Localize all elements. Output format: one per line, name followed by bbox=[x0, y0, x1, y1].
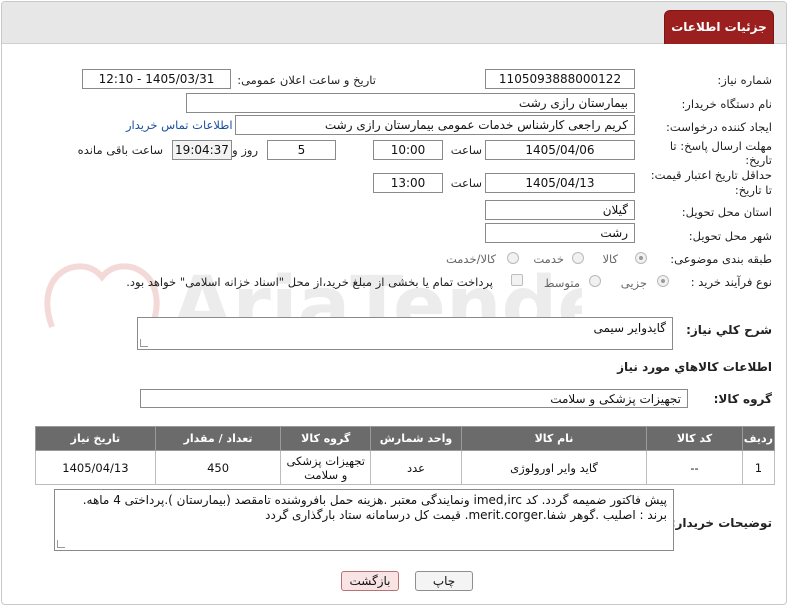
table-row: 1 -- گاید وایر اورولوژی عدد تجهیزات پزشک… bbox=[35, 450, 776, 485]
purchase-type-label: نوع فرآیند خرید : bbox=[690, 275, 772, 289]
announce-datetime-label: تاریخ و ساعت اعلان عمومی: bbox=[237, 73, 376, 87]
cell-date: 1405/04/13 bbox=[35, 450, 156, 485]
items-table-header: رديف كد كالا نام كالا واحد شمارش گروه كا… bbox=[35, 426, 776, 451]
page-frame: جزئیات اطلاعات نیاز AriaTender.net شماره… bbox=[1, 1, 787, 605]
cell-row: 1 bbox=[741, 450, 776, 485]
response-date-field: 1405/04/06 bbox=[485, 140, 635, 160]
response-time-field: 10:00 bbox=[373, 140, 443, 160]
goods-info-title: اطلاعات كالاهاي مورد نياز bbox=[617, 360, 772, 374]
col-unit: واحد شمارش bbox=[370, 426, 462, 451]
province-field: گیلان bbox=[485, 200, 635, 220]
treasury-payment-note: پرداخت تمام یا بخشی از مبلغ خرید،از محل … bbox=[126, 275, 493, 289]
col-date: تاريخ نياز bbox=[35, 426, 156, 451]
price-validity-time-field: 13:00 bbox=[373, 173, 443, 193]
purchase-type-radio-medium[interactable] bbox=[589, 275, 601, 287]
category-option-goods: کالا bbox=[602, 252, 618, 266]
col-name: نام كالا bbox=[460, 426, 648, 451]
purchase-type-radio-minor[interactable] bbox=[657, 275, 669, 287]
back-button[interactable]: بازگشت bbox=[341, 571, 399, 591]
price-validity-label-2: تا تاریخ: bbox=[734, 183, 772, 197]
items-table: رديف كد كالا نام كالا واحد شمارش گروه كا… bbox=[35, 426, 776, 485]
cell-unit: عدد bbox=[370, 450, 462, 485]
need-description-text: گایدوایر سیمی bbox=[593, 321, 666, 335]
days-remaining-field: 5 bbox=[267, 140, 336, 160]
price-validity-time-label: ساعت bbox=[450, 176, 482, 190]
requester-label: ایجاد کننده درخواست: bbox=[666, 120, 772, 134]
purchase-type-option-minor: جزیی bbox=[620, 276, 647, 290]
remaining-time-field: 19:04:37 bbox=[172, 140, 232, 160]
category-radio-goods[interactable] bbox=[635, 252, 647, 264]
buyer-notes-field: پیش فاکتور ضمیمه گردد. کد imed,irc ونمای… bbox=[54, 489, 674, 551]
category-radio-service[interactable] bbox=[572, 252, 584, 264]
city-field: رشت bbox=[485, 223, 635, 243]
page-title: جزئیات اطلاعات نیاز bbox=[664, 10, 774, 66]
category-radio-goods-service[interactable] bbox=[507, 252, 519, 264]
col-row: رديف bbox=[741, 426, 776, 451]
buyer-notes-label: توضیحات خریدار: bbox=[670, 516, 772, 530]
response-deadline-label-2: تاریخ: bbox=[745, 153, 772, 167]
remaining-time-label: ساعت باقی مانده bbox=[77, 143, 163, 157]
category-label: طبقه بندی موضوعی: bbox=[670, 252, 772, 266]
category-option-goods-service: کالا/خدمت bbox=[445, 252, 496, 266]
col-qty: تعداد / مقدار bbox=[154, 426, 282, 451]
category-option-service: خدمت bbox=[533, 252, 564, 266]
days-label: روز و bbox=[232, 143, 258, 157]
need-description-label: شرح كلي نياز: bbox=[686, 323, 772, 337]
resize-grip-icon[interactable] bbox=[57, 540, 65, 548]
need-number-label: شماره نیاز: bbox=[717, 73, 772, 87]
goods-group-label: گروه كالا: bbox=[713, 392, 772, 406]
response-deadline-label: مهلت ارسال پاسخ: تا bbox=[669, 139, 772, 153]
need-description-field: گایدوایر سیمی bbox=[137, 317, 673, 350]
print-button[interactable]: چاپ bbox=[415, 571, 473, 591]
buyer-org-label: نام دستگاه خریدار: bbox=[681, 97, 772, 111]
cell-group: تجهیزات پزشکی و سلامت bbox=[280, 450, 372, 485]
cell-qty: 450 bbox=[154, 450, 282, 485]
title-bar: جزئیات اطلاعات نیاز bbox=[2, 2, 786, 66]
price-validity-label: حداقل تاریخ اعتبار قیمت: bbox=[650, 168, 772, 182]
col-group: گروه كالا bbox=[280, 426, 372, 451]
col-code: كد كالا bbox=[646, 426, 743, 451]
province-label: استان محل تحویل: bbox=[681, 205, 772, 219]
buyer-contact-link[interactable]: اطلاعات تماس خریدار bbox=[126, 118, 233, 132]
treasury-payment-checkbox[interactable] bbox=[511, 274, 523, 286]
purchase-type-option-medium: متوسط bbox=[543, 276, 580, 290]
goods-group-field: تجهیزات پزشکی و سلامت bbox=[140, 389, 688, 408]
cell-code: -- bbox=[646, 450, 743, 485]
buyer-notes-text: پیش فاکتور ضمیمه گردد. کد imed,irc ونمای… bbox=[82, 493, 667, 522]
city-label: شهر محل تحویل: bbox=[688, 229, 772, 243]
resize-grip-icon[interactable] bbox=[140, 339, 148, 347]
requester-field: کریم راجعی کارشناس خدمات عمومی بیمارستان… bbox=[235, 115, 635, 135]
cell-name: گاید وایر اورولوژی bbox=[460, 450, 648, 485]
response-time-label: ساعت bbox=[450, 143, 482, 157]
price-validity-date-field: 1405/04/13 bbox=[485, 173, 635, 193]
need-number-field: 1105093888000122 bbox=[485, 69, 635, 89]
buyer-org-field: بیمارستان رازی رشت bbox=[186, 93, 635, 113]
announce-datetime-field: 1405/03/31 - 12:10 bbox=[82, 69, 231, 89]
